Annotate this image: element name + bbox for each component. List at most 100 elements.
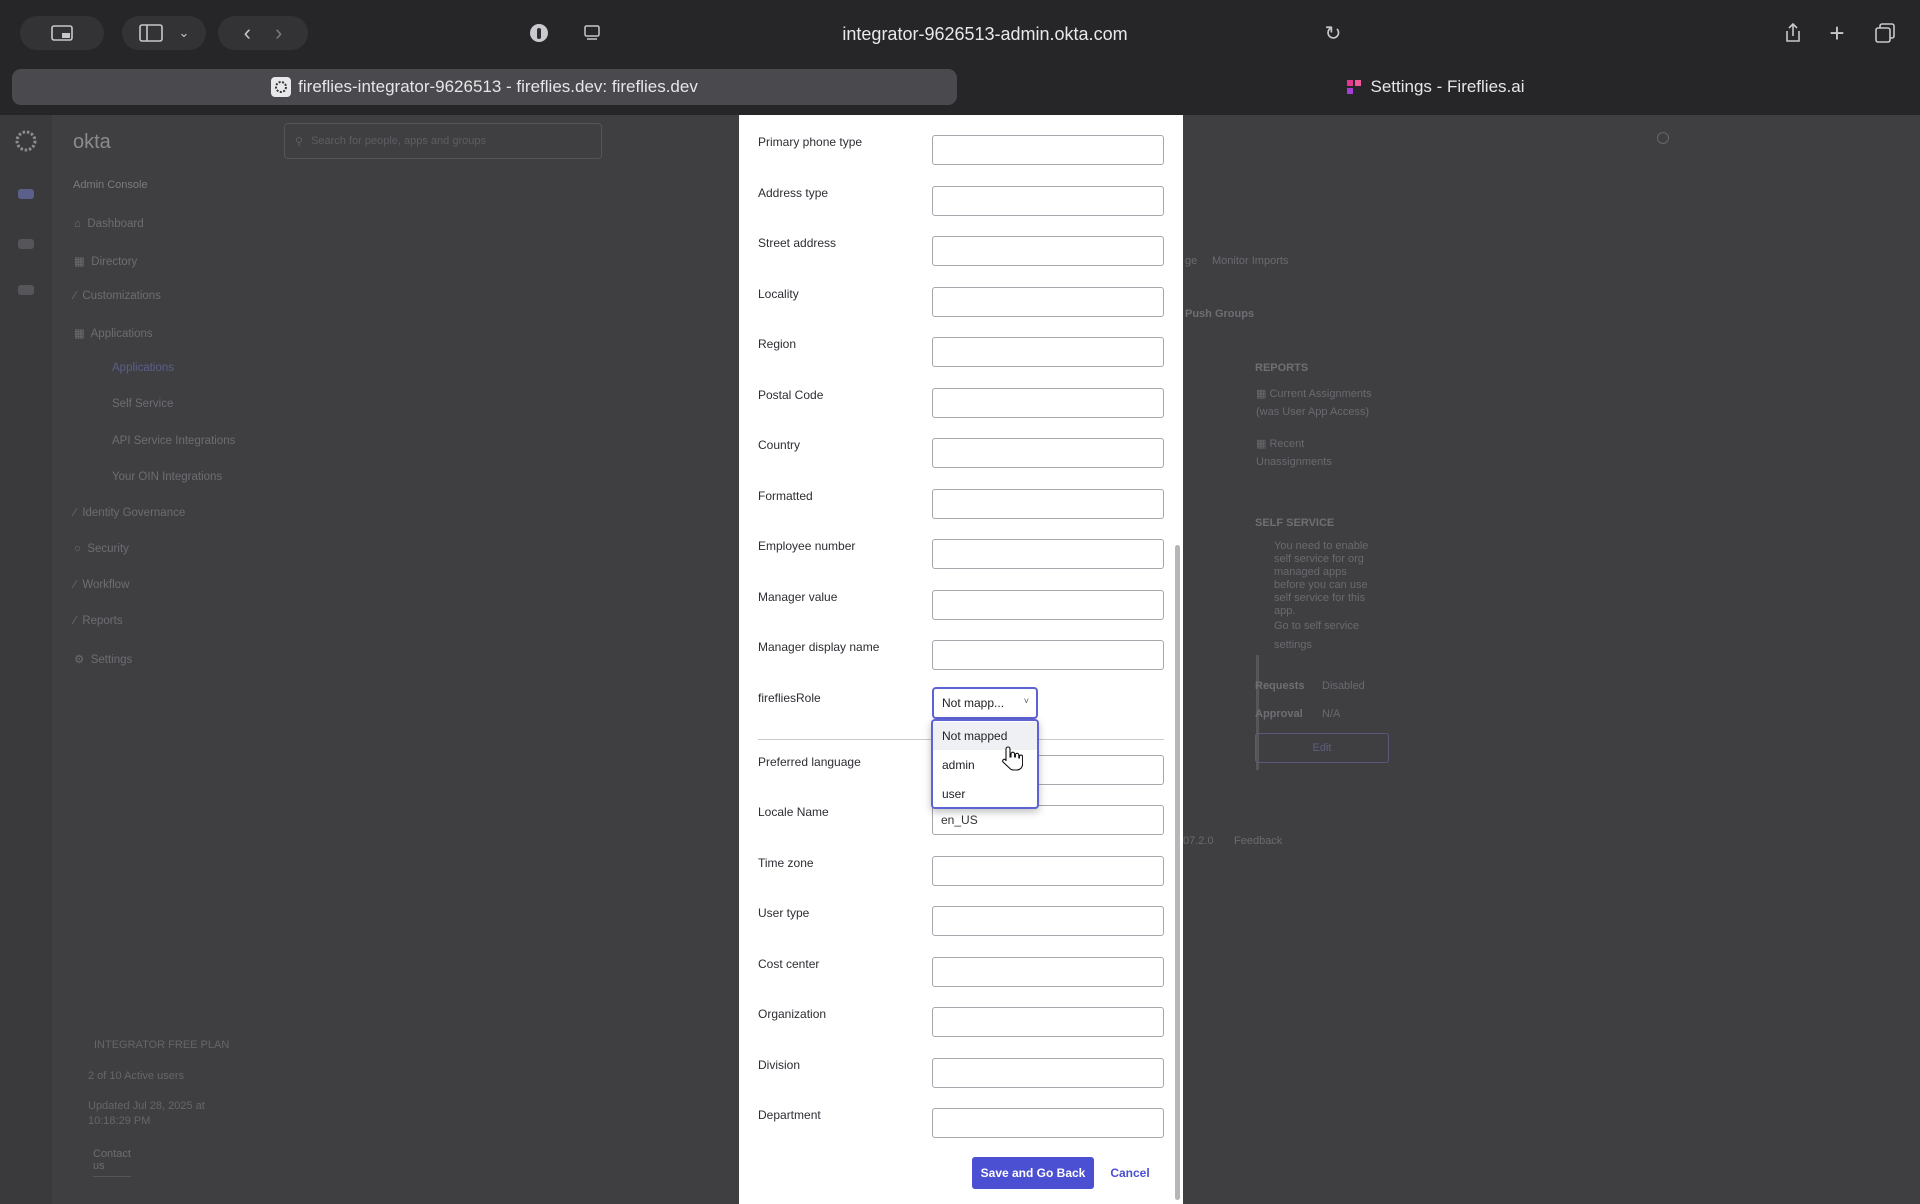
tab-fireflies-integrator[interactable]: fireflies-integrator-9626513 - fireflies… [12, 69, 957, 105]
option-user[interactable]: user [933, 780, 1037, 808]
modal-scrollbar[interactable] [1173, 545, 1181, 1200]
address-bar[interactable]: integrator-9626513-admin.okta.com [620, 16, 1350, 52]
postal-code-input[interactable] [932, 388, 1164, 418]
form-row: Primary phone type [739, 135, 1183, 175]
fireflies-role-select[interactable]: Not mapp... ˅ [932, 687, 1038, 719]
country-input[interactable] [932, 438, 1164, 468]
manager-display-name-input[interactable] [932, 640, 1164, 670]
help-icon[interactable] [1657, 132, 1669, 144]
okta-logo-icon [15, 130, 37, 152]
field-label: Preferred language [758, 755, 861, 769]
brush-icon: ∕ [74, 290, 76, 302]
time-zone-input[interactable] [932, 856, 1164, 886]
plan-users[interactable]: 2 of 10 Active users [88, 1070, 184, 1082]
organization-input[interactable] [932, 1007, 1164, 1037]
push-groups-tab[interactable]: Push Groups [1185, 308, 1254, 320]
nav-sub-applications[interactable]: Applications [112, 362, 174, 374]
report-icon: ▦ [1256, 388, 1267, 400]
fireflies-favicon-icon [1344, 77, 1364, 97]
chevron-down-icon: ⌄ [178, 25, 190, 40]
nav-directory[interactable]: ▦ Directory [74, 254, 137, 268]
field-label: Country [758, 438, 801, 452]
ss-line: app. [1274, 605, 1296, 617]
footer-feedback[interactable]: Feedback [1234, 835, 1282, 847]
form-row: Locality [739, 287, 1183, 327]
okta-brand: okta [73, 131, 111, 153]
ss-settings-link[interactable]: Go to self service [1274, 620, 1359, 632]
gear-icon: ⚙ [74, 654, 85, 666]
form-row: Department [739, 1108, 1183, 1148]
field-label: Organization [758, 1007, 827, 1021]
formatted-input[interactable] [932, 489, 1164, 519]
browser-chrome: ⌄ ‹ › integrator-9626513-admin.okta.com … [0, 0, 1920, 115]
manager-value-input[interactable] [932, 590, 1164, 620]
forward-icon[interactable]: › [275, 20, 282, 46]
privacy-icon[interactable] [522, 16, 556, 50]
save-and-go-back-button[interactable]: Save and Go Back [972, 1157, 1094, 1189]
form-row: Formatted [739, 489, 1183, 529]
rail-apps-icon[interactable] [18, 189, 34, 199]
employee-number-input[interactable] [932, 539, 1164, 569]
ss-settings-link-2[interactable]: settings [1274, 639, 1312, 651]
sidebar-toggle-button[interactable]: ⌄ [122, 16, 206, 50]
nav-sub-api-service[interactable]: API Service Integrations [112, 435, 235, 447]
reload-icon[interactable]: ↻ [1318, 16, 1348, 50]
field-label: Department [758, 1108, 821, 1122]
tab-fragment[interactable]: ge [1185, 255, 1197, 267]
street-address-input[interactable] [932, 236, 1164, 266]
approval-label: Approval [1255, 708, 1303, 720]
division-input[interactable] [932, 1058, 1164, 1088]
rail-workflow-icon[interactable] [18, 239, 34, 249]
back-icon[interactable]: ‹ [244, 20, 251, 46]
nav-workflow[interactable]: ∕ Workflow [74, 579, 129, 591]
report-current-assignments-sub[interactable]: (was User App Access) [1256, 406, 1369, 418]
share-icon[interactable] [1778, 16, 1808, 50]
footer-version: 07.2.0 [1183, 835, 1214, 847]
browser-toolbar: ⌄ ‹ › integrator-9626513-admin.okta.com … [0, 0, 1920, 66]
nav-settings[interactable]: ⚙ Settings [74, 652, 132, 666]
console-title: Admin Console [73, 179, 148, 191]
nav-sub-oin[interactable]: Your OIN Integrations [112, 471, 222, 483]
field-label: Locale Name [758, 805, 829, 819]
nav-applications[interactable]: ▦ Applications [74, 326, 153, 340]
region-input[interactable] [932, 337, 1164, 367]
contact-us-button[interactable]: Contact us [93, 1148, 131, 1177]
rail-connect-icon[interactable] [18, 285, 34, 295]
user-type-input[interactable] [932, 906, 1164, 936]
edit-self-service-button[interactable]: Edit [1255, 733, 1389, 763]
tabs-overview-icon[interactable] [1868, 16, 1902, 50]
locality-input[interactable] [932, 287, 1164, 317]
nav-sub-self-service[interactable]: Self Service [112, 398, 173, 410]
global-search-input[interactable]: ⚲ Search for people, apps and groups [284, 123, 602, 159]
report-unassignments[interactable]: Unassignments [1256, 456, 1332, 468]
nav-dashboard[interactable]: ⌂ Dashboard [74, 218, 144, 230]
field-label: Primary phone type [758, 135, 863, 149]
window-button[interactable] [20, 16, 104, 50]
department-input[interactable] [932, 1108, 1164, 1138]
form-row: Organization [739, 1007, 1183, 1047]
new-tab-icon[interactable]: + [1822, 16, 1852, 50]
nav-identity-governance[interactable]: ∕ Identity Governance [74, 507, 185, 519]
report-icon: ∕ [74, 615, 76, 627]
report-current-assignments[interactable]: ▦ Current Assignments [1256, 387, 1372, 400]
nav-reports[interactable]: ∕ Reports [74, 615, 123, 627]
form-row: Region [739, 337, 1183, 377]
tab-settings-fireflies[interactable]: Settings - Fireflies.ai [960, 69, 1908, 105]
field-label: Postal Code [758, 388, 824, 402]
field-label: Employee number [758, 539, 856, 553]
nav-buttons: ‹ › [218, 16, 308, 50]
cancel-button[interactable]: Cancel [1108, 1157, 1152, 1189]
address-type-input[interactable] [932, 186, 1164, 216]
scrollbar-thumb[interactable] [1175, 545, 1180, 1200]
directory-icon: ▦ [74, 256, 85, 268]
report-recent[interactable]: ▦ Recent [1256, 437, 1304, 450]
tab-title: fireflies-integrator-9626513 - fireflies… [298, 77, 698, 96]
locale-name-input[interactable]: en_US [932, 805, 1164, 835]
cost-center-input[interactable] [932, 957, 1164, 987]
form-row: Manager display name [739, 640, 1183, 680]
nav-security[interactable]: ○ Security [74, 543, 129, 555]
reader-icon[interactable] [578, 16, 606, 50]
primary-phone-type-input[interactable] [932, 135, 1164, 165]
monitor-imports-tab[interactable]: Monitor Imports [1212, 255, 1288, 267]
nav-customizations[interactable]: ∕ Customizations [74, 290, 161, 302]
